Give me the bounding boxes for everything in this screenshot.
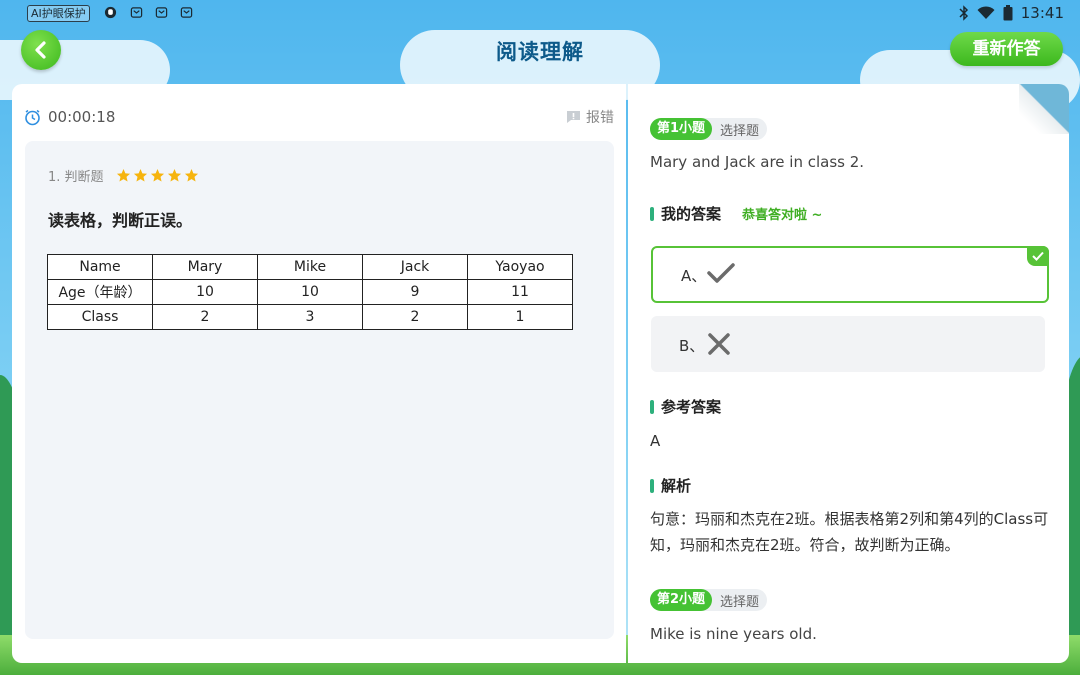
question-card: 1. 判断题 读表格，判断正误。 Name Mary Mike Jack Yao… <box>25 141 614 639</box>
my-answer-title: 我的答案 <box>661 205 722 223</box>
redo-button[interactable]: 重新作答 <box>950 32 1063 66</box>
report-icon <box>567 111 580 123</box>
table-cell: 2 <box>152 304 258 330</box>
question-number-badge: 第1小题 <box>650 118 713 140</box>
star-icon <box>167 168 181 182</box>
q1-tag: 第1小题 选择题 <box>650 117 768 140</box>
status-bar: AI护眼保护 13:41 <box>0 0 1080 28</box>
question-panel: 00:00:18 报错 1. 判断题 读表格，判断正误。 Name Mary M… <box>12 84 626 663</box>
section-marker <box>650 206 654 221</box>
table-cell: 11 <box>467 279 573 305</box>
star-icon <box>150 168 164 182</box>
section-marker <box>650 478 654 493</box>
bluetooth-icon <box>959 5 968 21</box>
question-type-label: 1. 判断题 <box>48 170 104 185</box>
congrats-text: 恭喜答对啦 ~ <box>742 208 823 223</box>
table-cell: Name <box>47 254 153 280</box>
difficulty-stars <box>116 168 199 183</box>
option-label: B、 <box>679 337 705 355</box>
app-notification-icon <box>130 7 143 18</box>
app-notification-icon <box>180 7 193 18</box>
eye-protect-badge[interactable]: AI护眼保护 <box>27 5 90 22</box>
q2-tag: 第2小题 选择题 <box>650 588 768 611</box>
answer-panel: 第1小题 选择题 Mary and Jack are in class 2. 我… <box>628 84 1069 663</box>
reference-answer-heading: 参考答案 <box>650 396 721 417</box>
option-b[interactable]: B、 <box>651 316 1045 372</box>
battery-icon <box>1003 5 1013 21</box>
report-label: 报错 <box>586 110 614 126</box>
check-icon <box>1032 251 1044 261</box>
report-error-button[interactable]: 报错 <box>566 107 614 127</box>
table-cell: 2 <box>362 304 468 330</box>
table-header-row: Name Mary Mike Jack Yaoyao <box>47 254 573 280</box>
table-cell: Yaoyao <box>467 254 573 280</box>
table-cell: 10 <box>152 279 258 305</box>
alarm-clock-icon <box>25 109 40 125</box>
analysis-title: 解析 <box>661 477 692 495</box>
table-cell: Class <box>47 304 153 330</box>
option-a[interactable]: A、 <box>651 246 1049 303</box>
question-type-badge: 选择题 <box>720 123 760 139</box>
question-text: 读表格，判断正误。 <box>48 211 193 230</box>
notification-icon <box>104 6 117 19</box>
table-cell: Age（年龄） <box>47 279 153 305</box>
table-cell: Mike <box>257 254 363 280</box>
table-row: Class 2 3 2 1 <box>47 304 573 330</box>
table-cell: Mary <box>152 254 258 280</box>
analysis-text: 句意：玛丽和杰克在2班。根据表格第2列和第4列的Class可知，玛丽和杰克在2班… <box>650 510 1049 554</box>
question-tag: 第1小题 选择题 <box>650 118 768 140</box>
reference-answer-title: 参考答案 <box>661 398 722 416</box>
table-cell: 3 <box>257 304 363 330</box>
question-type-badge: 选择题 <box>720 594 760 610</box>
check-icon <box>707 263 735 283</box>
section-marker <box>650 399 654 414</box>
table-cell: Jack <box>362 254 468 280</box>
table-cell: 1 <box>467 304 573 330</box>
clock: 13:41 <box>1020 4 1064 22</box>
table-cell: 10 <box>257 279 363 305</box>
selected-check-badge <box>1027 246 1049 266</box>
data-table: Name Mary Mike Jack Yaoyao Age（年龄） 10 10… <box>47 254 573 330</box>
option-label: A、 <box>681 267 707 285</box>
question-header: 1. 判断题 <box>48 166 199 185</box>
q1-stem: Mary and Jack are in class 2. <box>650 153 865 171</box>
timer-value: 00:00:18 <box>48 108 116 126</box>
wifi-icon <box>977 6 995 19</box>
timer: 00:00:18 <box>24 108 115 126</box>
table-row: Age（年龄） 10 10 9 11 <box>47 279 573 305</box>
q2-stem: Mike is nine years old. <box>650 625 817 643</box>
my-answer-heading: 我的答案 恭喜答对啦 ~ <box>650 203 822 224</box>
question-tag: 第2小题 选择题 <box>650 589 768 611</box>
table-cell: 9 <box>362 279 468 305</box>
analysis-heading: 解析 <box>650 475 691 496</box>
star-icon <box>133 168 147 182</box>
star-icon <box>116 168 130 182</box>
star-icon <box>184 168 198 182</box>
page-fold-corner <box>1019 84 1069 134</box>
question-number-badge: 第2小题 <box>650 589 713 611</box>
page-title: 阅读理解 <box>496 40 584 64</box>
cross-icon <box>708 333 730 355</box>
app-notification-icon <box>155 7 168 18</box>
reference-answer-value: A <box>650 432 661 450</box>
